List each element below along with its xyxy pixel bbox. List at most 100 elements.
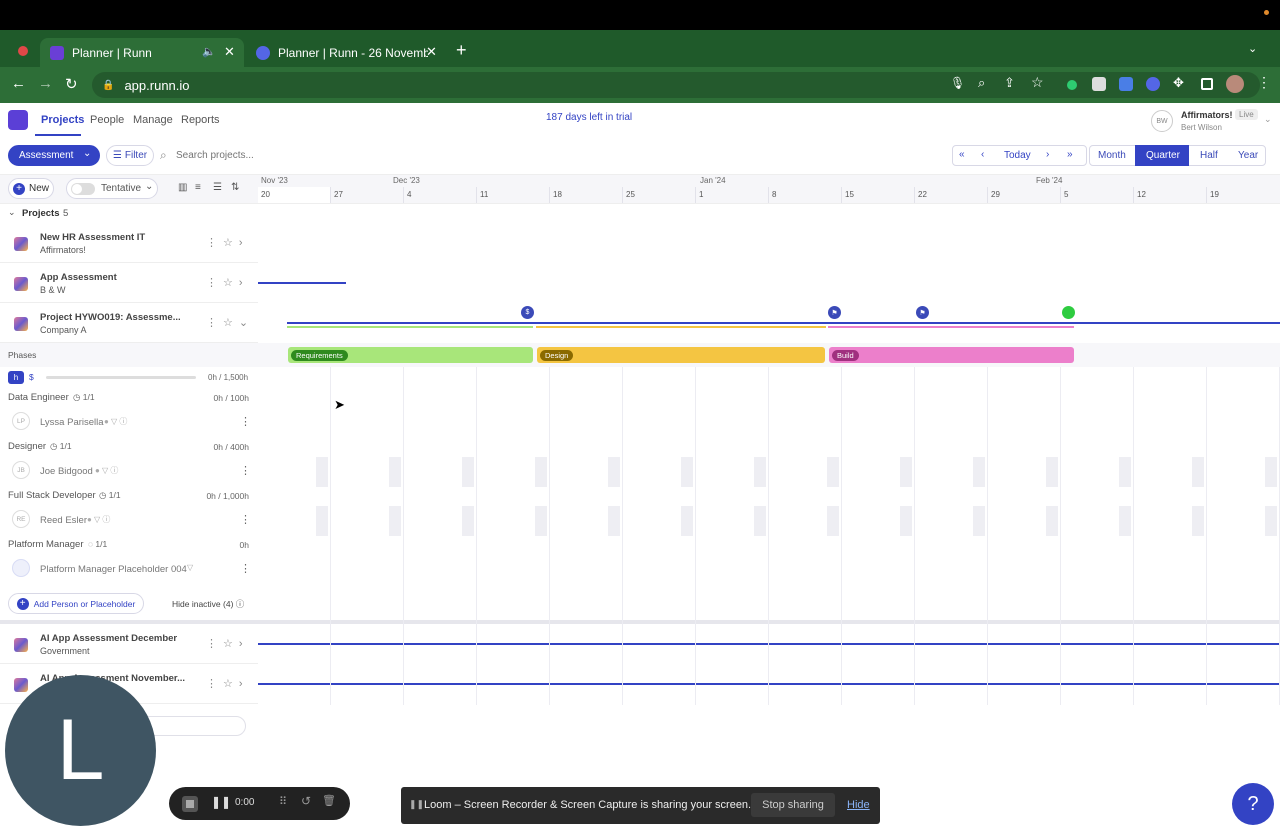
runn-logo[interactable] <box>8 110 28 130</box>
account-chevron-icon[interactable]: ⌄ <box>1264 114 1272 125</box>
flag-milestone-icon[interactable]: ⚑ <box>916 306 929 319</box>
hours-toggle[interactable]: h <box>8 371 24 384</box>
restart-icon[interactable]: ↺ <box>301 794 311 808</box>
group-icon[interactable]: ≡ <box>195 182 201 193</box>
person-menu-icon[interactable]: ⋮ <box>240 513 251 526</box>
availability-cell[interactable] <box>1192 506 1204 536</box>
hide-banner-link[interactable]: Hide <box>847 799 870 811</box>
extensions-puzzle-icon[interactable]: ✥ <box>1173 75 1184 91</box>
project-actions[interactable]: ⋮☆› <box>206 276 249 289</box>
project-actions[interactable]: ⋮☆› <box>206 677 249 690</box>
grid-icon[interactable]: ⠿ <box>279 795 287 808</box>
profile-avatar[interactable] <box>1226 75 1244 93</box>
availability-cell[interactable] <box>681 506 693 536</box>
availability-cell[interactable] <box>754 506 766 536</box>
project-bar[interactable] <box>258 683 1280 685</box>
prev-icon[interactable]: ‹ <box>981 149 984 160</box>
nav-projects[interactable]: Projects <box>41 114 84 126</box>
nav-manage[interactable]: Manage <box>133 114 173 126</box>
extension-runn-icon[interactable] <box>1092 77 1106 91</box>
close-tab-icon[interactable]: ✕ <box>224 44 235 60</box>
availability-cell[interactable] <box>608 457 620 487</box>
new-tab-icon[interactable]: + <box>456 40 467 61</box>
project-name[interactable]: New HR Assessment IT <box>40 232 145 243</box>
jump-forward-icon[interactable]: » <box>1067 149 1073 160</box>
person-name[interactable]: Platform Manager Placeholder 004 <box>40 564 187 575</box>
project-row-expanded[interactable]: Project HYWO019: Assessme... Company A ⋮… <box>0 303 258 343</box>
trash-icon[interactable]: 🗑 <box>322 794 336 807</box>
availability-cell[interactable] <box>316 457 328 487</box>
availability-cell[interactable] <box>1119 457 1131 487</box>
dollar-milestone-icon[interactable]: $ <box>521 306 534 319</box>
period-quarter[interactable]: Quarter <box>1146 150 1180 161</box>
project-actions[interactable]: ⋮☆› <box>206 236 249 249</box>
availability-cell[interactable] <box>608 506 620 536</box>
availability-cell[interactable] <box>754 457 766 487</box>
today-button[interactable]: Today <box>1004 150 1031 161</box>
project-bar[interactable] <box>287 322 1280 324</box>
complete-milestone-icon[interactable] <box>1062 306 1075 319</box>
toggle-switch[interactable] <box>71 182 95 195</box>
reload-icon[interactable]: ↻ <box>65 75 78 93</box>
account-org[interactable]: Affirmators! <box>1181 110 1233 120</box>
help-chat-button[interactable]: ? <box>1232 783 1274 825</box>
availability-cell[interactable] <box>900 457 912 487</box>
phase-requirements[interactable]: Requirements <box>288 347 533 363</box>
url-field[interactable]: 🔒 app.runn.io <box>92 72 1260 98</box>
drag-handle-icon[interactable]: ❚❚ <box>409 799 424 810</box>
tab-planner[interactable]: Planner | Runn 🔈 ✕ <box>40 38 244 67</box>
project-bar[interactable] <box>258 643 1280 645</box>
project-row[interactable]: New HR Assessment IT Affirmators! ⋮☆› <box>0 223 258 263</box>
sort-icon[interactable]: ⇅ <box>231 182 239 193</box>
filter-button[interactable]: ☰ Filter <box>106 145 154 166</box>
availability-cell[interactable] <box>973 506 985 536</box>
availability-cell[interactable] <box>389 457 401 487</box>
availability-cell[interactable] <box>462 457 474 487</box>
nav-reports[interactable]: Reports <box>181 114 220 126</box>
new-button[interactable]: + New <box>8 178 54 199</box>
list-icon[interactable]: ☰ <box>213 182 222 193</box>
tentative-toggle[interactable]: Tentative ⌄ <box>66 178 158 199</box>
flag-milestone-icon[interactable]: ⚑ <box>828 306 841 319</box>
person-menu-icon[interactable]: ⋮ <box>240 415 251 428</box>
extension-translate-icon[interactable] <box>1119 77 1133 91</box>
availability-cell[interactable] <box>681 457 693 487</box>
availability-cell[interactable] <box>1046 457 1058 487</box>
dollar-toggle[interactable]: $ <box>29 372 34 382</box>
availability-cell[interactable] <box>827 506 839 536</box>
forward-icon[interactable]: → <box>38 75 53 92</box>
sidepanel-icon[interactable] <box>1201 78 1213 90</box>
stop-recording-button[interactable] <box>182 796 198 812</box>
chart-view-icon[interactable]: ▥ <box>178 182 187 193</box>
view-select-button[interactable]: Assessment ⌄ <box>8 145 100 166</box>
share-icon[interactable]: ⇪ <box>1004 75 1015 91</box>
availability-cell[interactable] <box>462 506 474 536</box>
project-row[interactable]: App Assessment B & W ⋮☆› <box>0 263 258 303</box>
browser-menu-icon[interactable]: ⋮ <box>1257 74 1271 91</box>
phase-design[interactable]: Design <box>537 347 825 363</box>
availability-cell[interactable] <box>900 506 912 536</box>
availability-cell[interactable] <box>389 506 401 536</box>
availability-cell[interactable] <box>973 457 985 487</box>
period-half[interactable]: Half <box>1200 150 1218 161</box>
next-icon[interactable]: › <box>1046 149 1049 160</box>
period-year[interactable]: Year <box>1238 150 1258 161</box>
availability-cell[interactable] <box>1046 506 1058 536</box>
project-name[interactable]: Project HYWO019: Assessme... <box>40 312 181 323</box>
person-menu-icon[interactable]: ⋮ <box>240 562 251 575</box>
availability-cell[interactable] <box>1192 457 1204 487</box>
zoom-icon[interactable]: ⌕ <box>978 75 985 91</box>
project-bar[interactable] <box>258 282 346 284</box>
nav-people[interactable]: People <box>90 114 124 126</box>
person-menu-icon[interactable]: ⋮ <box>240 464 251 477</box>
availability-cell[interactable] <box>316 506 328 536</box>
speaker-icon[interactable]: 🔈 <box>202 45 216 58</box>
trial-notice[interactable]: 187 days left in trial <box>546 112 632 123</box>
availability-cell[interactable] <box>535 457 547 487</box>
pause-icon[interactable]: ❚❚ <box>211 795 231 809</box>
tab-list-chevron-icon[interactable]: ⌄ <box>1248 42 1257 55</box>
close-tab-icon[interactable]: ✕ <box>426 44 437 60</box>
tab-planner-nov[interactable]: Planner | Runn - 26 November ✕ <box>246 38 446 67</box>
project-name[interactable]: AI App Assessment December <box>40 633 177 644</box>
extension-green-icon[interactable] <box>1067 80 1077 90</box>
